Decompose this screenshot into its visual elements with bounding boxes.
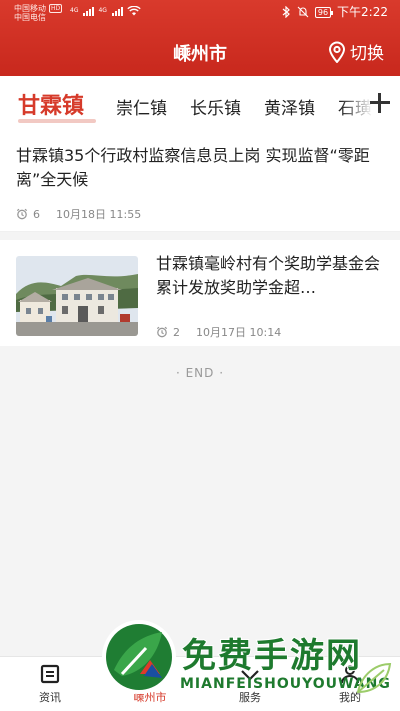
mute-bell-icon xyxy=(297,6,309,18)
article-thumbnail xyxy=(16,256,138,336)
bluetooth-icon xyxy=(282,6,290,18)
network-type-1: 4G xyxy=(70,7,79,14)
watermark-logo-icon xyxy=(102,620,176,694)
view-count: 2 xyxy=(173,325,180,339)
article-title: 甘霖镇35个行政村监察信息员上岗 实现监督“零距离”全天候 xyxy=(16,146,370,189)
status-bar: 中国移动 HD 中国电信 4G 4G 96 下午2:22 xyxy=(0,0,400,26)
tab-ganlin[interactable]: 甘霖镇 xyxy=(18,88,84,120)
news-icon xyxy=(40,664,60,684)
town-tabs: 甘霖镇 崇仁镇 长乐镇 黄泽镇 石璜 xyxy=(0,76,400,132)
tab-changle[interactable]: 长乐镇 xyxy=(190,94,241,119)
title-bar: 嵊州市 切换 xyxy=(0,30,400,74)
signal-bars-icon xyxy=(83,7,95,16)
article-list: 甘霖镇35个行政村监察信息员上岗 实现监督“零距离”全天候 6 10月18日 1… xyxy=(0,132,400,346)
status-right: 96 下午2:22 xyxy=(282,5,388,19)
clock: 下午2:22 xyxy=(337,5,388,19)
signal-indicators: 4G 4G xyxy=(70,6,141,16)
carrier-primary: 中国移动 xyxy=(14,4,46,13)
views-icon xyxy=(156,326,168,338)
village-photo-image xyxy=(16,256,138,336)
wifi-icon xyxy=(127,6,141,16)
switch-city-button[interactable]: 切换 xyxy=(328,39,384,64)
end-of-list-label: · END · xyxy=(175,366,225,380)
list-item[interactable]: 甘霖镇35个行政村监察信息员上岗 实现监督“零距离”全天候 6 10月18日 1… xyxy=(0,132,400,232)
article-title: 甘霖镇毫岭村有个奖助学基金会 累计发放奖助学金超… xyxy=(156,254,381,297)
views-icon xyxy=(16,208,28,220)
nav-item-news[interactable]: 资讯 xyxy=(18,663,82,705)
article-meta: 6 10月18日 11:55 xyxy=(16,206,141,222)
add-tab-icon[interactable] xyxy=(370,93,390,113)
carrier-info: 中国移动 HD 中国电信 xyxy=(14,4,63,22)
carrier-secondary: 中国电信 xyxy=(14,13,46,22)
nav-label: 资讯 xyxy=(39,691,61,704)
view-count: 6 xyxy=(33,207,40,221)
watermark-title: 免费手游网 xyxy=(181,635,362,677)
publish-time: 10月18日 11:55 xyxy=(56,208,142,221)
article-meta: 2 10月17日 10:14 xyxy=(156,324,281,340)
site-watermark: 免费手游网 MIANFEISHOUYOUWANG xyxy=(100,608,400,711)
tab-huangze[interactable]: 黄泽镇 xyxy=(264,94,315,119)
signal-bars-icon xyxy=(111,7,123,16)
battery-level: 96 xyxy=(314,6,334,18)
publish-time: 10月17日 10:14 xyxy=(196,326,282,339)
tab-chongren[interactable]: 崇仁镇 xyxy=(116,94,167,119)
location-pin-icon xyxy=(328,41,346,63)
list-item[interactable]: 甘霖镇毫岭村有个奖助学基金会 累计发放奖助学金超… 2 10月17日 10:14 xyxy=(0,240,400,346)
app-header: 中国移动 HD 中国电信 4G 4G 96 下午2:22 嵊州市 切换 xyxy=(0,0,400,76)
network-type-2: 4G xyxy=(98,7,107,14)
watermark-leaf-icon xyxy=(356,662,392,694)
switch-label: 切换 xyxy=(350,44,384,64)
hd-badge: HD xyxy=(49,4,63,13)
